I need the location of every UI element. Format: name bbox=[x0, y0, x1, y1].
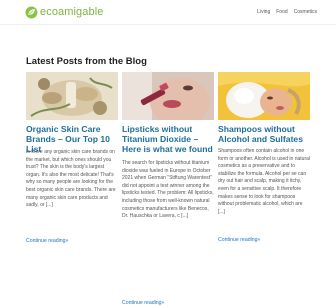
post-excerpt: Is there any organic skin care brands on… bbox=[26, 149, 116, 209]
post-thumbnail[interactable] bbox=[218, 72, 310, 120]
post-title[interactable]: Lipsticks without Titanium Dioxide – Her… bbox=[122, 124, 214, 154]
continue-reading-link[interactable]: Continue reading» bbox=[26, 238, 68, 245]
logo-text: ecoamigable bbox=[40, 6, 104, 18]
post-excerpt: The search for lipsticks without titaniu… bbox=[122, 160, 214, 220]
nav-item-cosmetics[interactable]: Cosmetics bbox=[294, 9, 317, 16]
main-nav: Living Food Cosmetics bbox=[257, 9, 317, 16]
nav-item-food[interactable]: Food bbox=[276, 9, 287, 16]
site-header: ecoamigable Living Food Cosmetics bbox=[0, 0, 336, 25]
post-thumbnail[interactable] bbox=[122, 72, 214, 120]
leaf-icon bbox=[25, 6, 38, 18]
site-logo[interactable]: ecoamigable bbox=[25, 5, 103, 19]
post-thumbnail[interactable] bbox=[26, 72, 118, 120]
post-title[interactable]: Shampoos without Alcohol and Sulfates bbox=[218, 124, 310, 144]
continue-reading-link[interactable]: Continue reading» bbox=[122, 300, 164, 307]
blog-section-title: Latest Posts from the Blog bbox=[26, 56, 147, 67]
post-excerpt: Shampoos often contain alcohol in one fo… bbox=[218, 148, 310, 215]
continue-reading-link[interactable]: Continue reading» bbox=[218, 237, 260, 244]
nav-item-living[interactable]: Living bbox=[257, 9, 270, 16]
